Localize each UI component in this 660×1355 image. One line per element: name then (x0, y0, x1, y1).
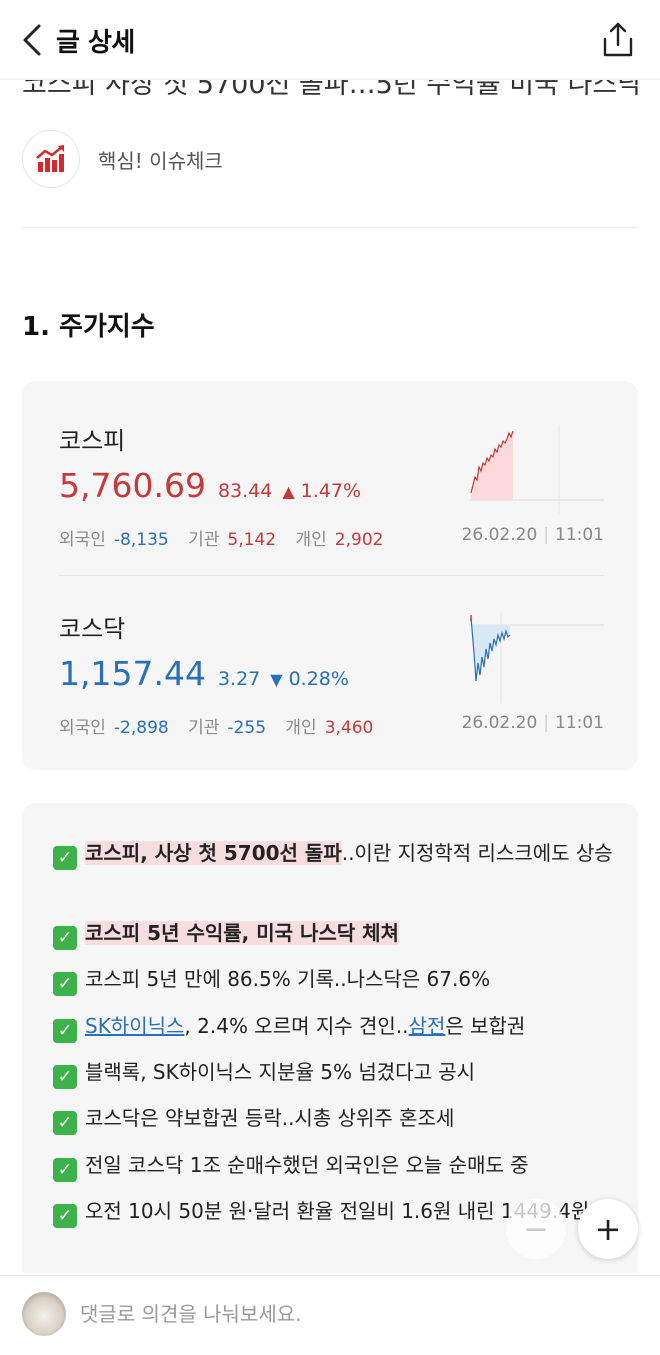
check-mark-icon: ✓ (53, 1158, 77, 1182)
timestamp: 26.02.20 | 11:01 (461, 525, 604, 545)
index-change: 83.44 (217, 480, 273, 502)
index-value: 1,157.44 (59, 654, 206, 693)
kospi-sparkline (469, 425, 604, 515)
index-change: 3.27 (217, 668, 261, 690)
channel-avatar (22, 130, 80, 188)
bullet-text: , 2.4% 오르며 지수 견인.. (184, 1014, 409, 1038)
check-mark-icon: ✓ (53, 1065, 77, 1089)
highlight-text: 코스피, 사상 첫 5700선 돌파 (85, 841, 342, 865)
channel-name: 핵심! 이슈체크 (98, 148, 223, 173)
date: 26.02.20 (461, 713, 538, 733)
check-mark-icon: ✓ (53, 846, 77, 870)
individual-value: 3,460 (324, 718, 374, 738)
rising-chart-icon (36, 145, 64, 172)
index-card: 코스피 5,760.69 83.44 ▲ 1.47% 외국인 -8,135 기관 5… (22, 381, 638, 770)
comment-input[interactable]: 댓글로 의견을 나눠보세요. (80, 1298, 620, 1327)
timestamp: 26.02.20 | 11:01 (461, 713, 604, 733)
stock-link-samsung[interactable]: 삼전 (409, 1014, 446, 1038)
list-item: ✓ 코스피 5년 수익률, 미국 나스닥 체쳐 (53, 916, 613, 950)
check-mark-icon: ✓ (53, 926, 77, 950)
list-item: ✓ 블랙록, SK하이닉스 지분율 5% 넘겼다고 공시 (53, 1055, 613, 1089)
card-divider (59, 575, 604, 576)
institution-value: -255 (227, 718, 267, 738)
foreign-label: 외국인 (59, 530, 106, 550)
index-item-kosdaq[interactable]: 코스닥 1,157.44 3.27 ▼ 0.28% 외국인 -2,898 기관 -2… (59, 609, 604, 738)
index-item-kospi[interactable]: 코스피 5,760.69 83.44 ▲ 1.47% 외국인 -8,135 기관 5… (59, 421, 604, 550)
individual-label: 개인 (295, 530, 327, 550)
check-mark-icon: ✓ (53, 1111, 77, 1135)
highlight-text: 코스피 5년 수익률, 미국 나스닥 체쳐 (85, 921, 399, 945)
check-mark-icon: ✓ (53, 972, 77, 996)
list-item: ✓ SK하이닉스, 2.4% 오르며 지수 견인..삼전은 보합권 (53, 1009, 613, 1043)
index-percent: 0.28% (288, 668, 349, 690)
investor-flows: 외국인 -8,135 기관 5,142 개인 2,902 (59, 525, 397, 550)
bullet-text: 코스닥은 약보합권 등락..시총 상위주 혼조세 (85, 1106, 455, 1130)
bullet-text: 블랙록, SK하이닉스 지분율 5% 넘겼다고 공시 (85, 1060, 476, 1084)
date: 26.02.20 (461, 525, 538, 545)
bullet-text: 전일 코스닥 1조 순매수했던 외국인은 오늘 순매도 중 (85, 1153, 529, 1177)
individual-value: 2,902 (334, 530, 384, 550)
check-mark-icon: ✓ (53, 1019, 77, 1043)
index-percent: 1.47% (300, 480, 362, 502)
kosdaq-sparkline (469, 613, 604, 703)
page-title: 글 상세 (56, 28, 135, 58)
foreign-label: 외국인 (59, 718, 106, 738)
bullet-text: ..이란 지정학적 리스크에도 상승 (341, 841, 613, 865)
up-arrow-icon: ▲ (282, 482, 295, 501)
foreign-value: -8,135 (113, 530, 169, 550)
share-icon (603, 22, 633, 57)
index-value: 5,760.69 (59, 466, 206, 505)
channel-info[interactable]: 핵심! 이슈체크 (22, 130, 223, 188)
bullet-text: 코스피 5년 만에 86.5% 기록..나스닥은 67.6% (85, 967, 491, 991)
share-button[interactable] (598, 18, 638, 62)
list-item: ✓ 코스닥은 약보합권 등락..시총 상위주 혼조세 (53, 1101, 613, 1135)
institution-label: 기관 (188, 530, 220, 550)
comment-bar: 댓글로 의견을 나눠보세요. (0, 1275, 660, 1355)
down-arrow-icon: ▼ (270, 670, 283, 689)
institution-value: 5,142 (227, 530, 277, 550)
avatar (22, 1292, 66, 1336)
back-button[interactable] (12, 20, 52, 60)
section-title: 1. 주가지수 (22, 312, 155, 342)
time: 11:01 (555, 713, 604, 733)
foreign-value: -2,898 (113, 718, 169, 738)
zoom-in-button[interactable]: + (578, 1199, 638, 1259)
individual-label: 개인 (285, 718, 317, 738)
zoom-out-button[interactable]: − (506, 1199, 566, 1259)
list-item: ✓ 코스피 5년 만에 86.5% 기록..나스닥은 67.6% (53, 962, 613, 996)
list-item: ✓ 전일 코스닥 1조 순매수했던 외국인은 오늘 순매도 중 (53, 1148, 613, 1182)
time: 11:01 (555, 525, 604, 545)
divider (22, 227, 638, 228)
check-mark-icon: ✓ (53, 1204, 77, 1228)
stock-link-sk-hynix[interactable]: SK하이닉스 (85, 1014, 184, 1038)
institution-label: 기관 (188, 718, 220, 738)
investor-flows: 외국인 -2,898 기관 -255 개인 3,460 (59, 713, 387, 738)
bullet-text: 은 보합권 (445, 1014, 526, 1038)
app-header: 글 상세 (0, 0, 660, 80)
list-item: ✓ 코스피, 사상 첫 5700선 돌파..이란 지정학적 리스크에도 상승 (53, 836, 613, 870)
back-chevron-icon (23, 24, 41, 56)
